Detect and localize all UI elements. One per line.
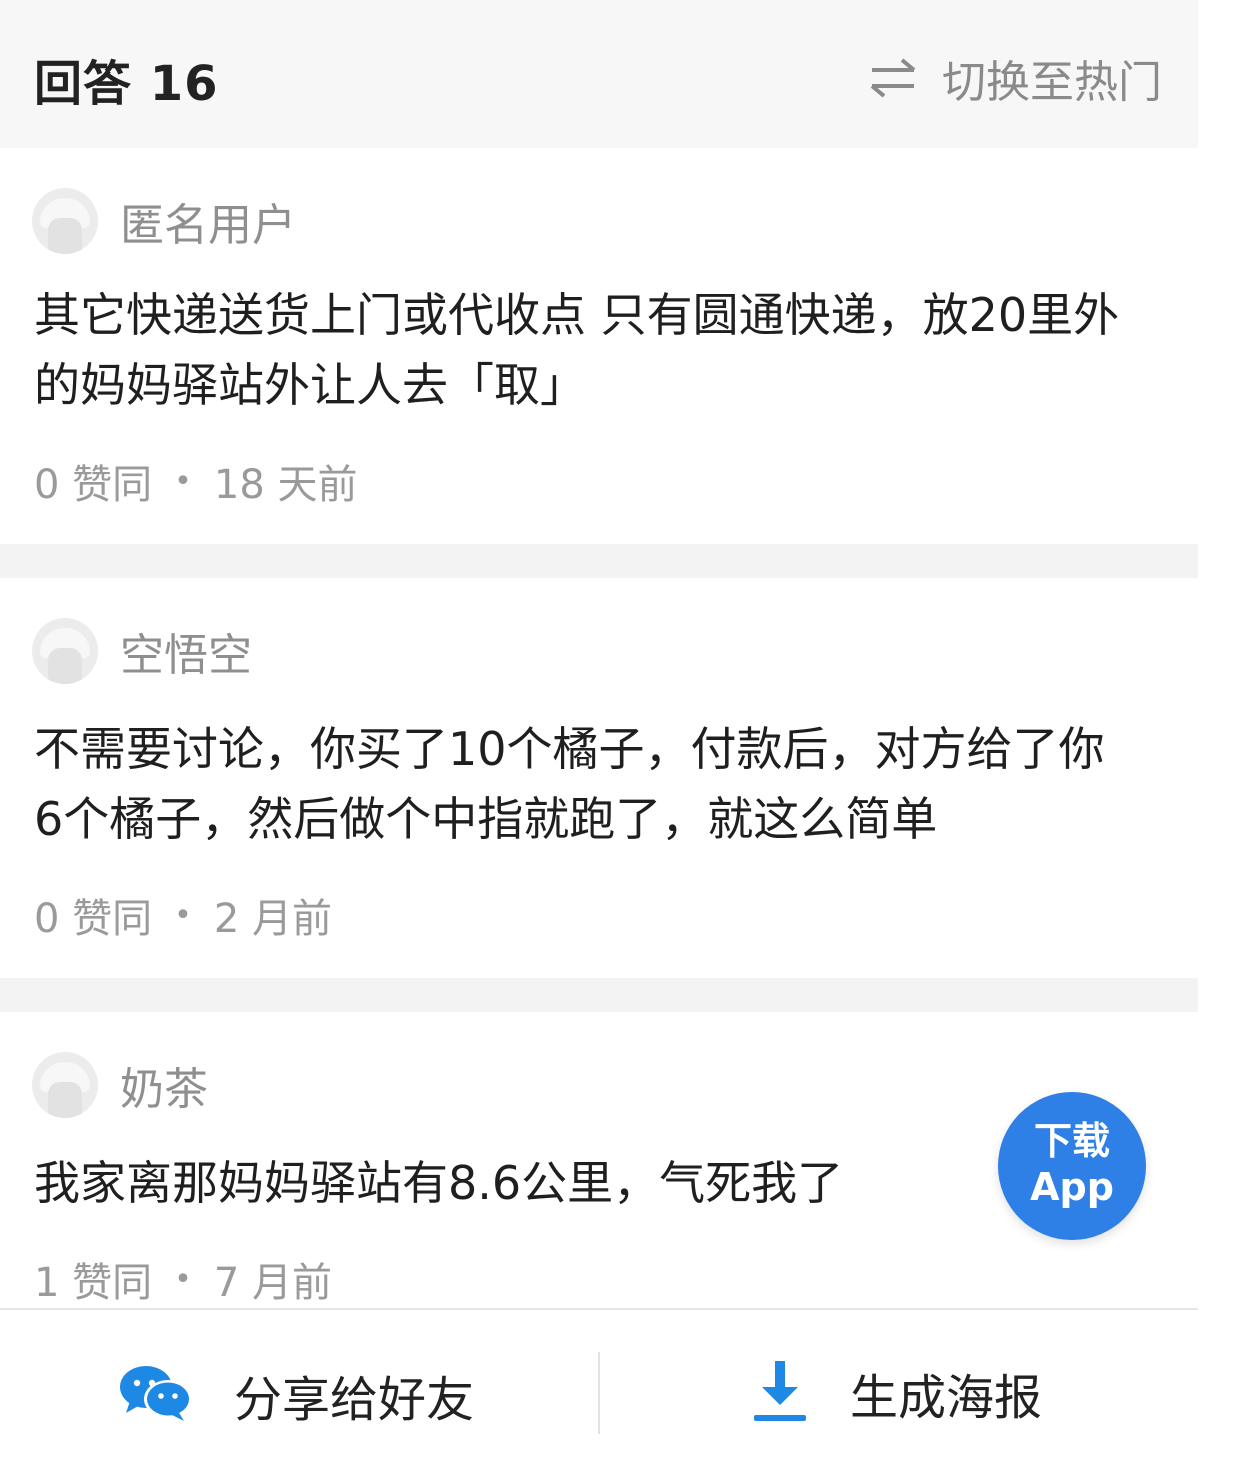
wechat-icon	[118, 1363, 194, 1427]
answer-item: 空悟空 不需要讨论，你买了10个橘子，付款后，对方给了你6个橘子，然后做个中指就…	[0, 578, 1198, 978]
username: 空悟空	[120, 630, 252, 681]
generate-poster-button[interactable]: 生成海报	[750, 1358, 1042, 1428]
like-count: 0 赞同	[34, 896, 153, 942]
avatar[interactable]	[32, 188, 98, 254]
share-to-friends-label: 分享给好友	[234, 1372, 475, 1428]
share-to-friends-button[interactable]: 分享给好友	[118, 1360, 474, 1430]
answers-count-title: 回答 16	[34, 56, 219, 112]
download-app-button[interactable]: 下载 App	[998, 1092, 1146, 1240]
download-app-line1: 下载	[1033, 1119, 1110, 1163]
download-icon	[750, 1359, 810, 1427]
switch-to-hot-label: 切换至热门	[942, 57, 1162, 108]
meta-separator: •	[174, 463, 192, 499]
avatar[interactable]	[32, 1052, 98, 1118]
meta-separator: •	[174, 897, 192, 933]
like-count: 1 赞同	[34, 1260, 153, 1306]
answer-time: 2 月前	[213, 896, 333, 942]
answer-author[interactable]: 奶茶	[32, 1052, 208, 1118]
answers-page: 回答 16 切换至热门 匿名用户 其它快递送货上门或代收点 只有圆通快递，放20…	[0, 0, 1198, 1460]
answer-divider	[0, 978, 1198, 1012]
meta-separator: •	[174, 1261, 192, 1297]
answer-divider	[0, 544, 1198, 578]
answer-item: 匿名用户 其它快递送货上门或代收点 只有圆通快递，放20里外的妈妈驿站外让人去「…	[0, 148, 1198, 544]
answer-content: 其它快递送货上门或代收点 只有圆通快递，放20里外的妈妈驿站外让人去「取」	[34, 288, 1120, 412]
answer-meta: 0 赞同 • 18 天前	[34, 452, 358, 510]
answer-author[interactable]: 匿名用户	[32, 188, 296, 254]
answer-meta: 1 赞同 • 7 月前	[34, 1250, 332, 1308]
generate-poster-label: 生成海报	[850, 1370, 1043, 1426]
answer-author[interactable]: 空悟空	[32, 618, 252, 684]
answer-content: 不需要讨论，你买了10个橘子，付款后，对方给了你6个橘子，然后做个中指就跑了，就…	[34, 722, 1105, 846]
bottom-action-bar: 分享给好友 生成海报	[0, 1308, 1198, 1460]
answer-time: 18 天前	[213, 462, 358, 508]
answer-time: 7 月前	[213, 1260, 333, 1306]
like-count: 0 赞同	[34, 462, 153, 508]
answer-content: 我家离那妈妈驿站有8.6公里，气死我了	[34, 1156, 844, 1210]
answer-meta: 0 赞同 • 2 月前	[34, 886, 332, 944]
download-app-line2: App	[1030, 1165, 1114, 1209]
bottom-bar-separator	[598, 1352, 600, 1434]
swap-arrows-icon	[870, 58, 916, 98]
username: 奶茶	[120, 1064, 208, 1115]
avatar[interactable]	[32, 618, 98, 684]
answers-header: 回答 16 切换至热门	[0, 0, 1198, 148]
switch-to-hot-button[interactable]: 切换至热门	[870, 46, 1162, 110]
username: 匿名用户	[120, 200, 296, 251]
right-margin	[1198, 0, 1240, 1460]
